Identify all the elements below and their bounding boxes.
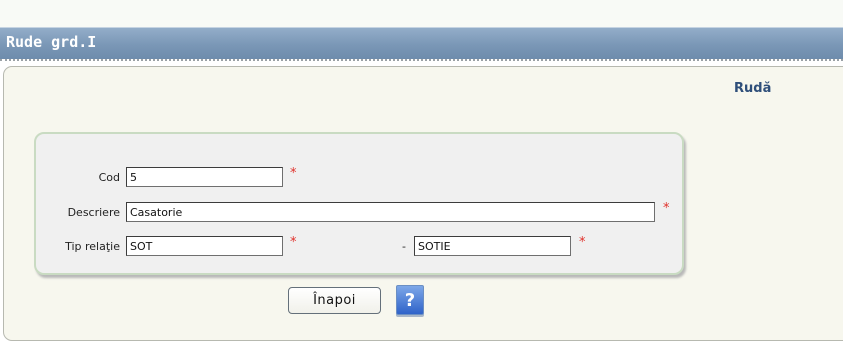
tip-relatie-label: Tip relaţie bbox=[65, 240, 120, 253]
descriere-label: Descriere bbox=[67, 206, 120, 219]
tip-relatie-input[interactable] bbox=[126, 236, 283, 256]
relation-pair-required-mark: * bbox=[579, 235, 586, 250]
descriere-required-mark: * bbox=[663, 201, 670, 216]
window-title: Rude grd.I bbox=[6, 33, 97, 51]
cod-label: Cod bbox=[98, 171, 120, 184]
back-button[interactable]: Înapoi bbox=[288, 287, 381, 314]
dotted-divider bbox=[0, 59, 843, 61]
top-band bbox=[0, 0, 843, 28]
window-titlebar: Rude grd.I bbox=[0, 27, 843, 59]
cod-input[interactable] bbox=[126, 167, 283, 187]
relation-separator: - bbox=[402, 240, 406, 253]
descriere-input[interactable] bbox=[126, 202, 655, 222]
relation-pair-input[interactable] bbox=[414, 236, 571, 256]
help-icon[interactable]: ? bbox=[396, 285, 424, 315]
cod-required-mark: * bbox=[290, 166, 297, 181]
panel-heading: Rudă bbox=[734, 81, 772, 96]
tip-relatie-required-mark: * bbox=[290, 235, 297, 250]
help-button-label: ? bbox=[404, 289, 416, 311]
